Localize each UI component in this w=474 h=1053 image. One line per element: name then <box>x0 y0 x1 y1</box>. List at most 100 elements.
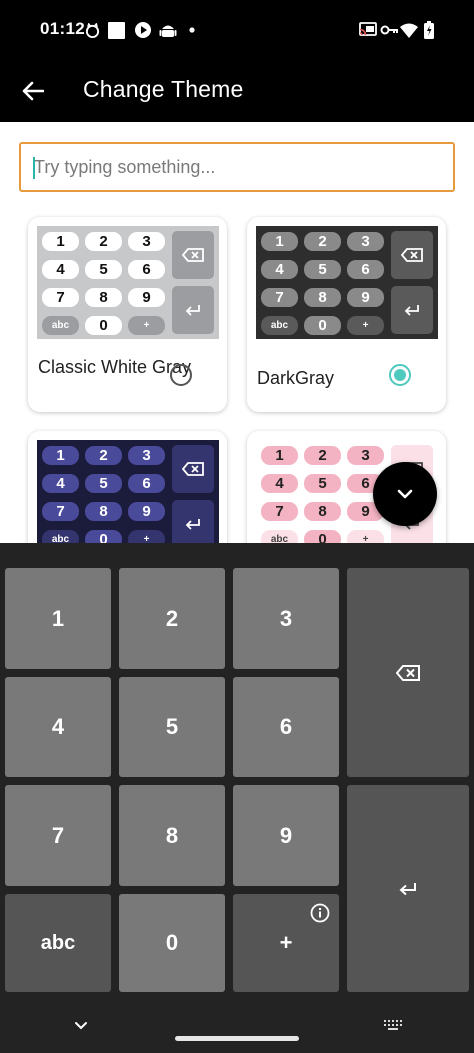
theme-preview: 1 2 3 4 5 6 7 8 9 abc 0 + <box>37 440 219 553</box>
backspace-icon <box>182 248 204 262</box>
status-bar: 01:12 <box>0 0 474 60</box>
enter-icon <box>399 882 416 895</box>
preview-key: 7 <box>261 288 298 307</box>
preview-key: 8 <box>85 502 122 521</box>
key-9[interactable]: 9 <box>233 785 339 886</box>
preview-key: 2 <box>304 232 341 251</box>
backspace-icon <box>396 664 420 681</box>
theme-card-darkgray[interactable]: 1 2 3 4 5 6 7 8 9 abc 0 + DarkGray <box>247 217 446 412</box>
preview-enter-key <box>172 286 214 334</box>
preview-key: 7 <box>42 288 79 307</box>
key-5[interactable]: 5 <box>119 677 225 777</box>
preview-key: 4 <box>261 260 298 279</box>
preview-key: abc <box>42 316 79 335</box>
preview-key: 8 <box>304 502 341 521</box>
preview-key: + <box>128 316 165 335</box>
home-indicator[interactable] <box>175 1036 299 1041</box>
key-2[interactable]: 2 <box>119 568 225 669</box>
theme-name-label: Classic White Gray <box>38 357 192 377</box>
try-typing-input[interactable] <box>19 142 455 192</box>
cast-icon <box>359 20 377 40</box>
preview-key: 4 <box>42 474 79 493</box>
battery-icon <box>424 20 434 40</box>
key-8[interactable]: 8 <box>119 785 225 886</box>
page-title: Change Theme <box>83 76 244 102</box>
preview-backspace-key <box>172 445 214 493</box>
enter-icon <box>185 305 200 316</box>
key-abc[interactable]: abc <box>5 894 111 992</box>
preview-key: 4 <box>261 474 298 493</box>
preview-key: 4 <box>42 260 79 279</box>
preview-key: 0 <box>304 316 341 335</box>
enter-key[interactable] <box>347 785 469 992</box>
preview-key: 5 <box>85 260 122 279</box>
numeric-keyboard: 1 2 3 4 5 6 7 8 9 abc 0 + <box>0 543 474 1053</box>
preview-key: 9 <box>347 288 384 307</box>
key-1[interactable]: 1 <box>5 568 111 669</box>
backspace-key[interactable] <box>347 568 469 777</box>
preview-key: 5 <box>304 474 341 493</box>
key-3[interactable]: 3 <box>233 568 339 669</box>
preview-key: 9 <box>128 288 165 307</box>
theme-preview: 1 2 3 4 5 6 7 8 9 abc 0 + <box>37 226 219 339</box>
preview-backspace-key <box>172 231 214 279</box>
cat-icon <box>85 20 100 40</box>
app-bar: Change Theme <box>0 60 474 122</box>
preview-key: 2 <box>85 446 122 465</box>
preview-key: 9 <box>128 502 165 521</box>
preview-key: 6 <box>128 260 165 279</box>
preview-key: 1 <box>42 446 79 465</box>
preview-key: 5 <box>85 474 122 493</box>
preview-backspace-key <box>391 231 433 279</box>
theme-radio-button[interactable] <box>170 364 192 386</box>
keyboard-switcher-button[interactable] <box>383 1018 405 1032</box>
play-circle-icon <box>134 20 152 40</box>
enter-icon <box>185 519 200 530</box>
enter-icon <box>404 305 419 316</box>
navigation-bar <box>0 996 474 1053</box>
preview-key: 1 <box>261 232 298 251</box>
back-button[interactable] <box>14 72 52 110</box>
scroll-down-fab[interactable] <box>373 462 437 526</box>
preview-key: 5 <box>304 260 341 279</box>
square-icon <box>108 20 125 40</box>
preview-key: 8 <box>85 288 122 307</box>
theme-name-label: DarkGray <box>257 368 335 388</box>
preview-key: 6 <box>128 474 165 493</box>
android-icon <box>159 20 177 40</box>
preview-key: 3 <box>347 446 384 465</box>
preview-key: 3 <box>347 232 384 251</box>
preview-key: 7 <box>42 502 79 521</box>
preview-enter-key <box>172 500 214 548</box>
text-cursor <box>33 157 35 179</box>
key-0[interactable]: 0 <box>119 894 225 992</box>
preview-key: 0 <box>85 316 122 335</box>
vpn-key-icon <box>380 20 398 40</box>
preview-key: 8 <box>304 288 341 307</box>
wifi-icon <box>400 20 418 40</box>
preview-key: 2 <box>85 232 122 251</box>
theme-radio-button-selected[interactable] <box>389 364 411 386</box>
key-7[interactable]: 7 <box>5 785 111 886</box>
key-6[interactable]: 6 <box>233 677 339 777</box>
preview-key: 3 <box>128 232 165 251</box>
key-plus[interactable]: + <box>233 894 339 992</box>
theme-card-classic-white-gray[interactable]: 1 2 3 4 5 6 7 8 9 abc 0 + Classic White … <box>28 217 227 412</box>
preview-key: 3 <box>128 446 165 465</box>
preview-enter-key <box>391 286 433 334</box>
preview-key: 7 <box>261 502 298 521</box>
notification-dot-icon <box>189 20 195 40</box>
backspace-icon <box>182 462 204 476</box>
preview-key: abc <box>261 316 298 335</box>
key-4[interactable]: 4 <box>5 677 111 777</box>
preview-key: 6 <box>347 260 384 279</box>
back-arrow-icon <box>22 81 44 101</box>
theme-preview: 1 2 3 4 5 6 7 8 9 abc 0 + <box>256 226 438 339</box>
backspace-icon <box>401 248 423 262</box>
preview-key: + <box>347 316 384 335</box>
screen: 01:12 Change Theme Try typing something.… <box>0 0 474 1053</box>
preview-key: 1 <box>261 446 298 465</box>
preview-key: 2 <box>304 446 341 465</box>
hide-keyboard-button[interactable] <box>71 1018 91 1032</box>
preview-key: 1 <box>42 232 79 251</box>
